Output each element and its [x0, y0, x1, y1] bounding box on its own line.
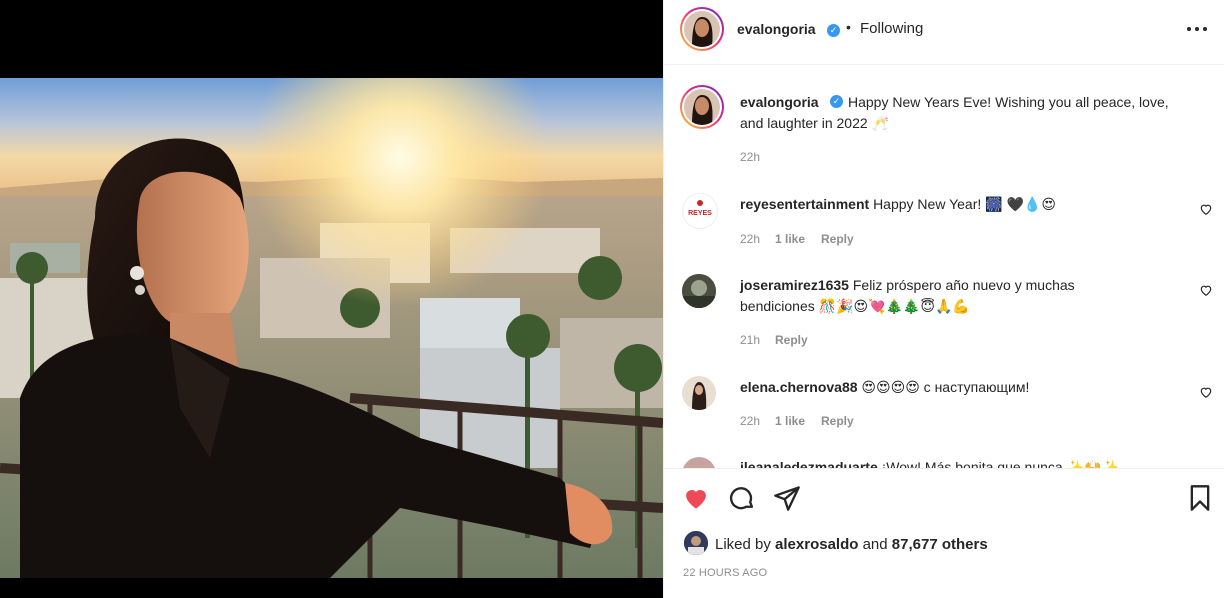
comment-text: 😍😍😍😍 с наступающим! — [861, 379, 1030, 395]
comment-like-heart-icon[interactable] — [1199, 202, 1213, 221]
comment-text: Happy New Year! 🎆 🖤💧😍 — [873, 196, 1056, 212]
comment-item-partial: ileanaledezmaduarte ¡Wow! Más bonita que… — [664, 455, 1224, 468]
verified-badge-icon: ✓ — [827, 24, 840, 37]
post-timestamp[interactable]: 22 HOURS AGO — [683, 567, 767, 579]
comment-like-heart-icon[interactable] — [1199, 283, 1213, 302]
like-heart-icon[interactable] — [682, 484, 710, 517]
comment-bubble-icon[interactable] — [728, 484, 756, 517]
commenter-avatar[interactable] — [682, 376, 716, 410]
actions-divider — [664, 468, 1224, 469]
comment-line: ileanaledezmaduarte ¡Wow! Más bonita que… — [740, 459, 1119, 468]
save-bookmark-icon[interactable] — [1186, 484, 1214, 517]
caption-username[interactable]: evalongoria — [740, 94, 819, 110]
commenter-avatar[interactable]: REYES — [682, 193, 718, 229]
post-media — [0, 0, 663, 598]
commenter-avatar[interactable] — [682, 274, 716, 308]
share-send-icon[interactable] — [773, 484, 801, 517]
author-username[interactable]: evalongoria — [737, 21, 816, 37]
comment-reply-button[interactable]: Reply — [821, 232, 854, 246]
liker-avatar[interactable] — [684, 531, 708, 555]
following-button[interactable]: Following — [860, 20, 923, 37]
post-photo[interactable] — [0, 78, 663, 578]
comment-reply-button[interactable]: Reply — [821, 414, 854, 428]
more-horizontal-icon[interactable] — [1186, 20, 1208, 36]
post-side-panel: evalongoria ✓ • Following evalongoria ✓ … — [663, 0, 1224, 598]
verified-badge-icon: ✓ — [830, 95, 843, 108]
comment-line: joseramirez1635 Feliz próspero año nuevo… — [740, 277, 1075, 293]
liked-by-and: and — [862, 536, 888, 553]
liked-by-prefix: Liked by — [715, 536, 771, 553]
svg-text:REYES: REYES — [688, 210, 712, 217]
comment-text-line-2: bendiciones 🎊🎉😍💘🎄🎄😇🙏💪 — [740, 298, 970, 314]
post-header: evalongoria ✓ • Following — [664, 0, 1224, 65]
caption-text-line-2: and laughter in 2022 🥂 — [740, 115, 889, 131]
caption-time[interactable]: 22h — [740, 150, 760, 164]
comment-time[interactable]: 22h — [740, 414, 760, 428]
commenter-avatar[interactable] — [682, 457, 716, 468]
comment-time[interactable]: 22h — [740, 232, 760, 246]
liked-by-line: Liked by alexrosaldo and 87,677 others — [715, 536, 988, 553]
instagram-post-window: evalongoria ✓ • Following evalongoria ✓ … — [0, 0, 1224, 598]
comment-like-heart-icon[interactable] — [1199, 385, 1213, 404]
commenter-username[interactable]: reyesentertainment — [740, 196, 869, 212]
comment-time[interactable]: 21h — [740, 333, 760, 347]
caption-text-line-1: Happy New Years Eve! Wishing you all pea… — [848, 94, 1169, 110]
header-separator-dot: • — [846, 19, 851, 35]
comment-reply-button[interactable]: Reply — [775, 333, 808, 347]
comment-like-count[interactable]: 1 like — [775, 414, 805, 428]
author-avatar[interactable] — [680, 7, 724, 51]
caption-author-avatar[interactable] — [680, 85, 724, 129]
comment-text: Feliz próspero año nuevo y muchas — [852, 277, 1075, 293]
likes-count-link[interactable]: 87,677 others — [892, 536, 988, 553]
comment-line: reyesentertainment Happy New Year! 🎆 🖤💧😍 — [740, 196, 1056, 213]
comment-like-count[interactable]: 1 like — [775, 232, 805, 246]
commenter-username[interactable]: ileanaledezmaduarte — [740, 459, 878, 468]
commenter-username[interactable]: elena.chernova88 — [740, 379, 858, 395]
comment-line: elena.chernova88 😍😍😍😍 с наступающим! — [740, 379, 1029, 396]
commenter-username[interactable]: joseramirez1635 — [740, 277, 849, 293]
comment-text: ¡Wow! Más bonita que nunca ✨🙌✨ — [881, 459, 1119, 468]
liker-username[interactable]: alexrosaldo — [775, 536, 858, 553]
